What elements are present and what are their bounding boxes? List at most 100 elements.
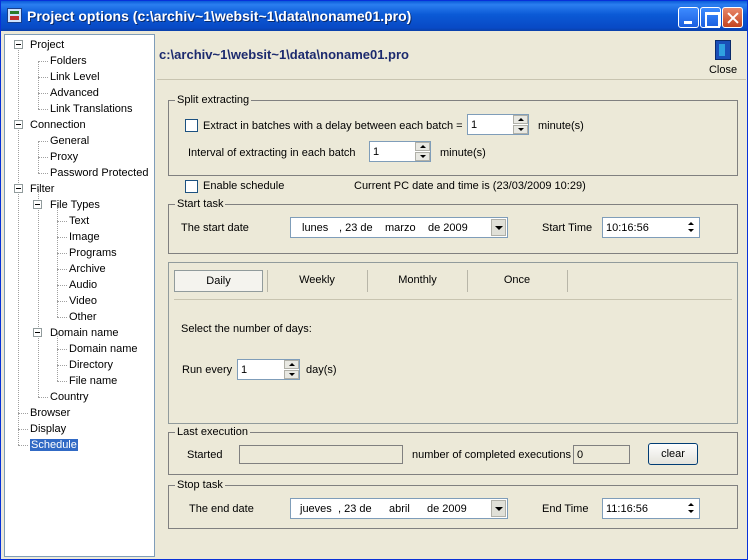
window-title: Project options (c:\archiv~1\websit~1\da…	[27, 8, 412, 24]
project-path: c:\archiv~1\websit~1\data\noname01.pro	[159, 47, 409, 62]
interval-stepper[interactable]: 1	[369, 141, 431, 162]
end-date-dropdown-icon[interactable]	[491, 500, 506, 517]
start-task-title: Start task	[175, 197, 226, 211]
title-bar[interactable]: Project options (c:\archiv~1\websit~1\da…	[1, 1, 747, 31]
frequency-tabs-panel: Daily Weekly Monthly Once Select the num…	[168, 262, 738, 424]
tree-item-domain-name[interactable]: Domain name	[50, 326, 118, 340]
completed-executions-value: 0	[577, 449, 584, 461]
batch-delay-value: 1	[471, 119, 478, 131]
enable-schedule-label: Enable schedule	[203, 180, 285, 192]
start-date-dropdown-icon[interactable]	[491, 219, 506, 236]
interval-value: 1	[373, 146, 380, 158]
tree-item-browser[interactable]: Browser	[30, 406, 70, 420]
started-label: Started	[187, 449, 223, 461]
tree-item-video[interactable]: Video	[69, 294, 97, 308]
batch-delay-down-icon[interactable]	[513, 125, 528, 134]
tree-item-link-translations[interactable]: Link Translations	[50, 102, 133, 116]
clear-button[interactable]: clear	[648, 443, 698, 465]
enable-schedule-checkbox[interactable]	[185, 180, 198, 193]
end-date-picker[interactable]: jueves , 23 de abril de 2009	[290, 498, 508, 519]
split-extracting-title: Split extracting	[175, 93, 252, 107]
tree-item-domain-name-sub[interactable]: Domain name	[69, 342, 137, 356]
last-execution-title: Last execution	[175, 425, 250, 439]
domain-name-expander-icon[interactable]	[33, 328, 42, 337]
start-date-day: , 23 de	[339, 222, 373, 234]
tab-daily[interactable]: Daily	[174, 270, 263, 292]
tree-item-filter[interactable]: Filter	[30, 182, 54, 196]
start-time-label: Start Time	[542, 222, 593, 234]
start-date-month: marzo	[385, 222, 416, 234]
tab-weekly[interactable]: Weekly	[269, 270, 365, 292]
end-date-month: abril	[389, 503, 410, 515]
tree-item-general[interactable]: General	[50, 134, 89, 148]
completed-executions-field: 0	[573, 445, 630, 464]
tree-item-programs[interactable]: Programs	[69, 246, 117, 260]
end-date-day: , 23 de	[338, 503, 372, 515]
tab-once[interactable]: Once	[469, 270, 565, 292]
start-date-picker[interactable]: lunes , 23 de marzo de 2009	[290, 217, 508, 238]
close-button[interactable]: Close	[703, 38, 743, 78]
stop-task-title: Stop task	[175, 478, 225, 492]
run-every-unit: day(s)	[306, 364, 337, 376]
run-every-value: 1	[241, 364, 248, 376]
interval-label: Interval of extracting in each batch	[188, 147, 356, 159]
batch-delay-stepper[interactable]: 1	[467, 114, 529, 135]
options-tree[interactable]: Project Folders Link Level Advanced Link…	[4, 34, 155, 557]
batch-extract-label: Extract in batches with a delay between …	[203, 120, 463, 132]
tree-item-file-types[interactable]: File Types	[50, 198, 100, 212]
tree-item-text[interactable]: Text	[69, 214, 89, 228]
tree-item-folders[interactable]: Folders	[50, 54, 87, 68]
maximize-button[interactable]	[700, 7, 721, 28]
tree-item-image[interactable]: Image	[69, 230, 100, 244]
start-date-label: The start date	[181, 222, 249, 234]
split-extracting-group: Split extracting Extract in batches with…	[168, 93, 738, 176]
batch-delay-up-icon[interactable]	[513, 115, 528, 124]
run-every-up-icon[interactable]	[284, 360, 299, 369]
tree-item-directory[interactable]: Directory	[69, 358, 113, 372]
door-exit-icon	[715, 40, 731, 60]
path-header: c:\archiv~1\websit~1\data\noname01.pro C…	[157, 34, 746, 80]
interval-up-icon[interactable]	[415, 142, 430, 151]
tree-item-audio[interactable]: Audio	[69, 278, 97, 292]
schedule-panel: c:\archiv~1\websit~1\data\noname01.pro C…	[157, 34, 746, 557]
start-task-group: Start task The start date lunes , 23 de …	[168, 197, 738, 254]
tab-monthly[interactable]: Monthly	[369, 270, 466, 292]
start-date-weekday: lunes	[302, 222, 329, 234]
filter-expander-icon[interactable]	[14, 184, 23, 193]
tree-item-archive[interactable]: Archive	[69, 262, 106, 276]
run-every-stepper[interactable]: 1	[237, 359, 300, 380]
tree-item-password-protected[interactable]: Password Protected	[50, 166, 148, 180]
project-expander-icon[interactable]	[14, 40, 23, 49]
tree-item-country[interactable]: Country	[50, 390, 89, 404]
tree-item-project[interactable]: Project	[30, 38, 64, 52]
connection-expander-icon[interactable]	[14, 120, 23, 129]
tree-item-other[interactable]: Other	[69, 310, 97, 324]
start-date-year: de 2009	[428, 222, 468, 234]
start-time-field[interactable]: 10:16:56	[602, 217, 700, 238]
end-time-value: 11:16:56	[606, 503, 649, 515]
interval-unit: minute(s)	[440, 147, 486, 159]
batch-delay-unit: minute(s)	[538, 120, 584, 132]
tree-item-file-name[interactable]: File name	[69, 374, 117, 388]
tree-item-advanced[interactable]: Advanced	[50, 86, 99, 100]
tree-item-schedule[interactable]: Schedule	[30, 438, 78, 452]
tree-item-link-level[interactable]: Link Level	[50, 70, 100, 84]
end-time-field[interactable]: 11:16:56	[602, 498, 700, 519]
tree-item-proxy[interactable]: Proxy	[50, 150, 78, 164]
close-button-label: Close	[708, 64, 738, 76]
run-every-down-icon[interactable]	[284, 370, 299, 379]
app-icon	[7, 8, 22, 23]
window-close-button[interactable]	[722, 7, 743, 28]
interval-down-icon[interactable]	[415, 152, 430, 161]
completed-executions-label: number of completed executions	[412, 449, 571, 461]
start-time-spin-icon[interactable]	[684, 219, 698, 236]
batch-extract-checkbox[interactable]	[185, 119, 198, 132]
started-field	[239, 445, 403, 464]
file-types-expander-icon[interactable]	[33, 200, 42, 209]
end-time-spin-icon[interactable]	[684, 500, 698, 517]
tree-item-connection[interactable]: Connection	[30, 118, 86, 132]
end-date-year: de 2009	[427, 503, 467, 515]
minimize-button[interactable]	[678, 7, 699, 28]
tree-item-display[interactable]: Display	[30, 422, 66, 436]
run-every-label: Run every	[182, 364, 233, 376]
